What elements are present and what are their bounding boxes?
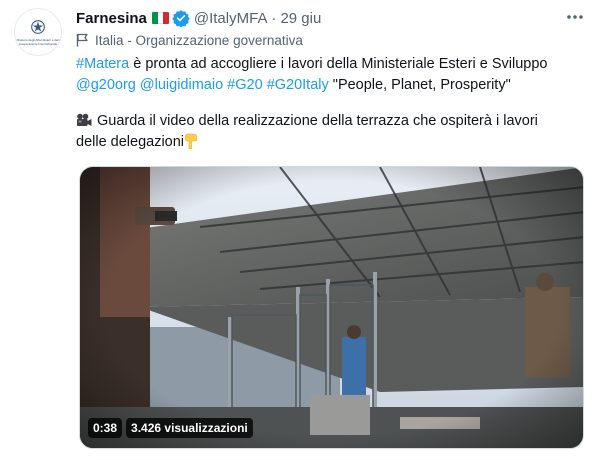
verified-badge-icon bbox=[172, 10, 190, 27]
movie-camera-icon bbox=[77, 113, 92, 126]
tweet-text-segment: Guarda il video della realizzazione dell… bbox=[97, 113, 538, 129]
tweet-text-line-1: #Matera è pronta ad accogliere i lavori … bbox=[76, 54, 586, 75]
author-handle[interactable]: @ItalyMFA bbox=[194, 10, 268, 27]
tweet-text: #Matera è pronta ad accogliere i lavori … bbox=[76, 54, 586, 153]
tweet-date[interactable]: 29 giu bbox=[280, 10, 321, 27]
avatar[interactable]: Ministero degli Affari Esteri e della Co… bbox=[14, 8, 62, 56]
italian-emblem-icon bbox=[31, 20, 45, 34]
tweet-text-segment: "People, Planet, Prosperity" bbox=[328, 77, 511, 93]
header-separator: · bbox=[271, 9, 277, 27]
account-label-text: Italia - Organizzazione governativa bbox=[95, 32, 303, 48]
more-options-icon bbox=[567, 15, 583, 19]
mention-link[interactable]: @g20org bbox=[76, 77, 136, 93]
tweet-text-segment: delle delegazioni bbox=[76, 134, 185, 150]
video-duration: 0:38 bbox=[88, 418, 123, 438]
tweet-text-line-4: delle delegazioni bbox=[76, 132, 586, 153]
tweet-text-line-2: @g20org @luigidimaio #G20 #G20Italy "Peo… bbox=[76, 75, 586, 96]
hashtag-link[interactable]: #Matera bbox=[76, 56, 129, 72]
avatar-caption: Ministero degli Affari Esteri e della Co… bbox=[15, 38, 61, 46]
pointing-down-icon bbox=[185, 133, 197, 149]
video-badges: 0:38 3.426 visualizzazioni bbox=[88, 418, 253, 438]
italy-flag-icon bbox=[151, 12, 169, 24]
video-view-count: 3.426 visualizzazioni bbox=[126, 418, 253, 438]
tweet-header: Farnesina @ItalyMFA · 29 giu bbox=[76, 8, 321, 28]
video-thumbnail bbox=[80, 167, 583, 448]
mention-link[interactable]: @luigidimaio bbox=[140, 77, 223, 93]
tweet-text-spacer bbox=[76, 96, 586, 111]
author-name[interactable]: Farnesina bbox=[76, 10, 147, 27]
government-flag-icon bbox=[76, 33, 88, 47]
hashtag-link[interactable]: #G20Italy bbox=[267, 77, 329, 93]
video-player[interactable]: 0:38 3.426 visualizzazioni bbox=[79, 166, 584, 449]
tweet[interactable]: Ministero degli Affari Esteri e della Co… bbox=[0, 0, 599, 460]
hashtag-link[interactable]: #G20 bbox=[227, 77, 262, 93]
tweet-text-line-3: Guarda il video della realizzazione dell… bbox=[76, 111, 586, 132]
more-options-button[interactable] bbox=[564, 8, 586, 26]
account-label[interactable]: Italia - Organizzazione governativa bbox=[76, 31, 303, 49]
tweet-text-segment: è pronta ad accogliere i lavori della Mi… bbox=[129, 56, 548, 72]
